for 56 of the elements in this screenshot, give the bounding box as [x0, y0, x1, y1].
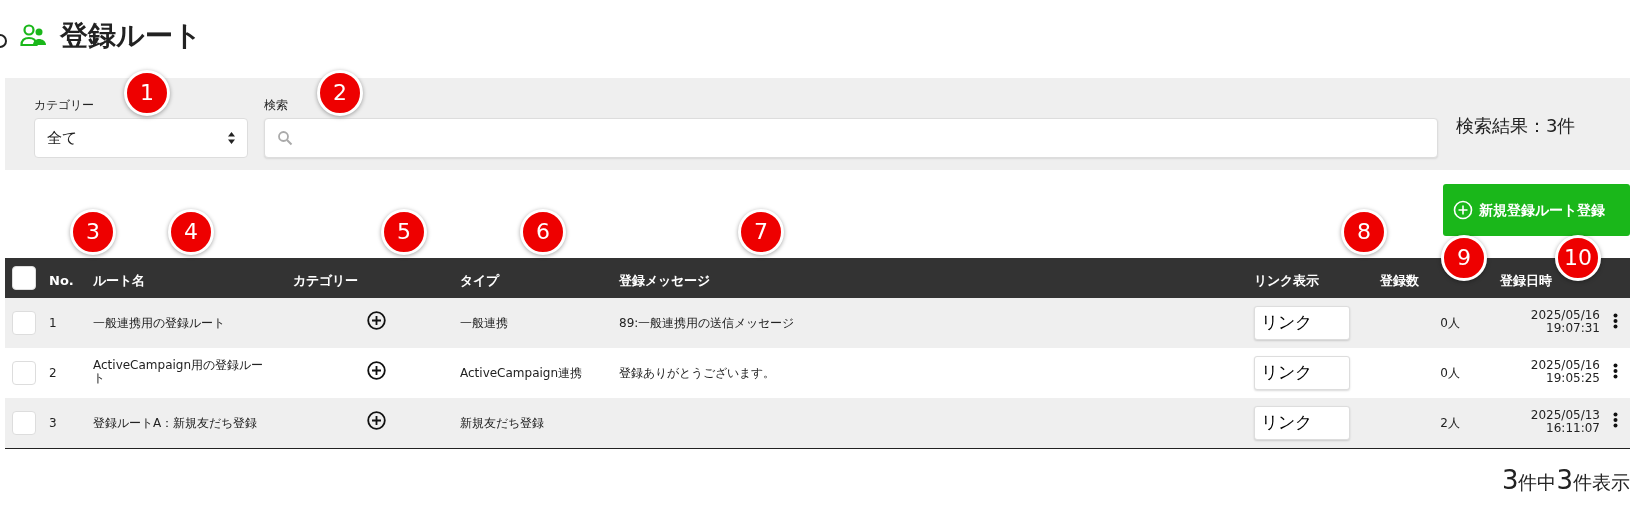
- row-checkbox[interactable]: [12, 311, 36, 335]
- column-header: カテゴリー: [293, 272, 358, 288]
- column-header: 登録数: [1380, 272, 1419, 288]
- field-label: 検索: [264, 97, 288, 114]
- column-header: リンク表示: [1254, 272, 1319, 288]
- callout-badge: 6: [520, 209, 566, 255]
- table-cell: 0人: [1440, 316, 1460, 330]
- table-cell: 1: [49, 316, 57, 330]
- column-header: 登録日時: [1500, 272, 1552, 288]
- link-button[interactable]: リンク: [1254, 356, 1350, 390]
- date-time: 2025/05/16 19:05:25: [1530, 358, 1600, 386]
- callout-badge: 4: [168, 209, 214, 255]
- table-cell: 新規友だち登録: [460, 415, 544, 430]
- route-name: 一般連携用の登録ルート: [93, 317, 225, 331]
- callout-badge: 1: [124, 70, 170, 116]
- more-icon[interactable]: [1612, 312, 1618, 329]
- add-icon[interactable]: [367, 410, 386, 430]
- column-header: 登録メッセージ: [619, 272, 710, 288]
- row-checkbox[interactable]: [12, 361, 36, 385]
- column-header: No.: [49, 272, 74, 288]
- callout-badge: 2: [317, 70, 363, 116]
- callout-badge: 5: [381, 209, 427, 255]
- add-icon[interactable]: [367, 311, 386, 330]
- table-cell: 一般連携: [460, 316, 508, 330]
- select-all-checkbox[interactable]: [12, 266, 36, 290]
- callout-badge: 7: [738, 209, 784, 255]
- route-name: ActiveCampaign用の登録ルート: [93, 358, 265, 386]
- plus-icon: [1453, 200, 1473, 220]
- page-title: 登録ルート: [60, 19, 202, 53]
- link-button[interactable]: リンク: [1254, 306, 1350, 340]
- category-select[interactable]: 全て: [34, 118, 248, 158]
- table-cell: 3: [49, 415, 57, 430]
- callout-badge: 3: [70, 209, 116, 255]
- row-checkbox[interactable]: [12, 410, 36, 435]
- date-time: 2025/05/13 16:11:07: [1530, 408, 1600, 436]
- search-field[interactable]: [264, 118, 1438, 158]
- column-header: ルート名: [93, 272, 145, 288]
- more-icon[interactable]: [1612, 412, 1618, 429]
- table-cell: 2: [49, 366, 57, 380]
- table-cell: ActiveCampaign連携: [460, 366, 583, 380]
- callout-badge: 8: [1341, 209, 1387, 255]
- field-label: カテゴリー: [34, 97, 94, 114]
- route-name: 登録ルートA：新規友だち登録: [93, 416, 258, 430]
- table-cell: 0人: [1440, 366, 1460, 380]
- more-icon[interactable]: [1612, 362, 1618, 379]
- table-cell: 2人: [1440, 415, 1460, 430]
- user-add-icon: [20, 24, 48, 48]
- table-cell: 登録ありがとうございます。: [619, 366, 775, 380]
- search-icon: [277, 130, 293, 146]
- result-count: 検索結果：3件: [1456, 114, 1576, 138]
- add-icon[interactable]: [367, 361, 386, 380]
- date-time: 2025/05/16 19:07:31: [1530, 308, 1600, 336]
- column-header: タイプ: [460, 272, 499, 288]
- sort-arrows-icon: [228, 132, 235, 144]
- link-button[interactable]: リンク: [1254, 405, 1350, 440]
- table-cell: 89:一般連携用の送信メッセージ: [619, 316, 795, 330]
